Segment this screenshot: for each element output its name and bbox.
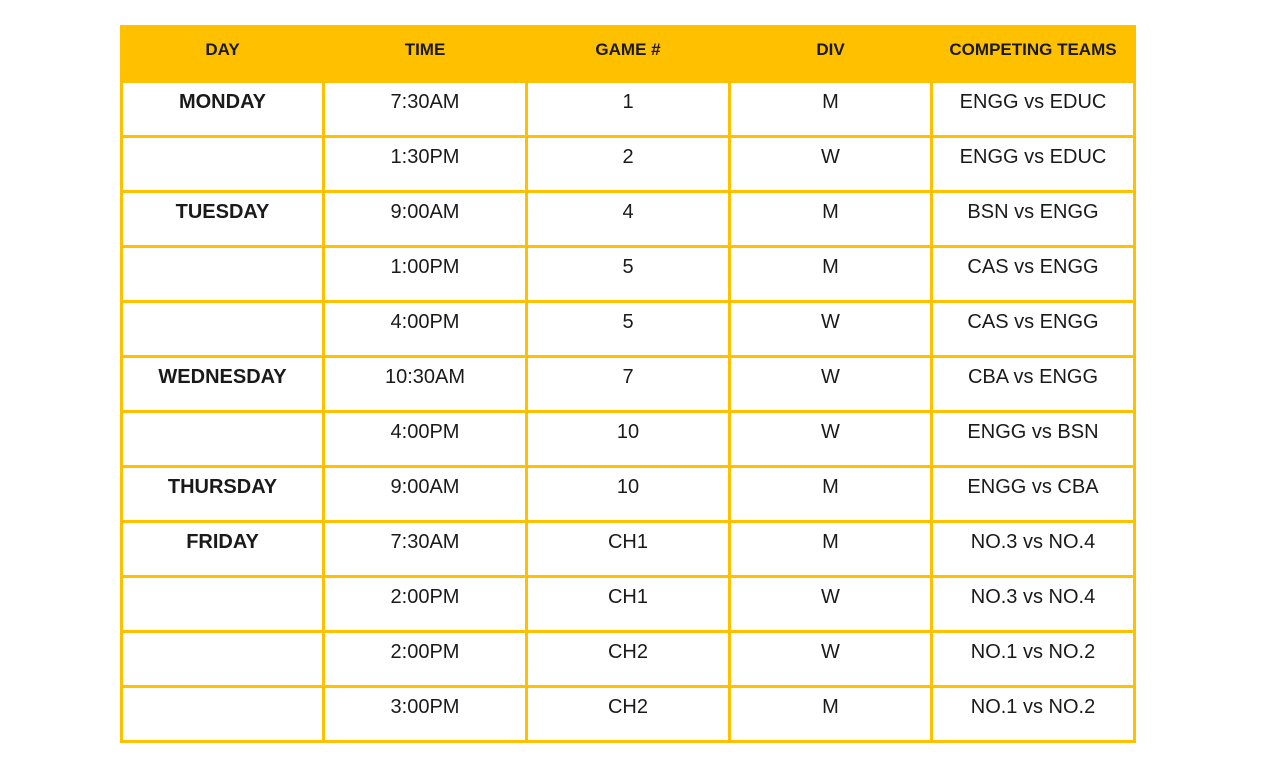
cell-game: 10 xyxy=(525,410,731,468)
cell-time: 9:00AM xyxy=(322,465,528,523)
cell-div: M xyxy=(728,685,933,743)
header-time: TIME xyxy=(322,25,528,83)
table-row: 4:00PM 5 W CAS vs ENGG xyxy=(120,300,1136,358)
cell-teams: NO.3 vs NO.4 xyxy=(930,575,1136,633)
cell-day: WEDNESDAY xyxy=(120,355,325,413)
table-row: FRIDAY 7:30AM CH1 M NO.3 vs NO.4 xyxy=(120,520,1136,578)
cell-time: 1:30PM xyxy=(322,135,528,193)
table-row: 1:30PM 2 W ENGG vs EDUC xyxy=(120,135,1136,193)
cell-game: CH1 xyxy=(525,520,731,578)
cell-teams: ENGG vs CBA xyxy=(930,465,1136,523)
cell-div: M xyxy=(728,190,933,248)
cell-div: W xyxy=(728,630,933,688)
cell-time: 9:00AM xyxy=(322,190,528,248)
cell-game: 5 xyxy=(525,300,731,358)
cell-game: 4 xyxy=(525,190,731,248)
cell-teams: ENGG vs BSN xyxy=(930,410,1136,468)
header-competing-teams: COMPETING TEAMS xyxy=(930,25,1136,83)
cell-div: W xyxy=(728,575,933,633)
cell-day: FRIDAY xyxy=(120,520,325,578)
cell-game: 10 xyxy=(525,465,731,523)
cell-time: 2:00PM xyxy=(322,630,528,688)
cell-div: M xyxy=(728,80,933,138)
cell-teams: CAS vs ENGG xyxy=(930,245,1136,303)
cell-game: 7 xyxy=(525,355,731,413)
cell-teams: NO.1 vs NO.2 xyxy=(930,685,1136,743)
header-div: DIV xyxy=(728,25,933,83)
table-row: MONDAY 7:30AM 1 M ENGG vs EDUC xyxy=(120,80,1136,138)
cell-div: M xyxy=(728,520,933,578)
schedule-header: DAY TIME GAME # DIV COMPETING TEAMS xyxy=(120,25,1136,83)
cell-game: CH2 xyxy=(525,685,731,743)
cell-time: 2:00PM xyxy=(322,575,528,633)
cell-time: 4:00PM xyxy=(322,300,528,358)
header-day: DAY xyxy=(120,25,325,83)
header-row: DAY TIME GAME # DIV COMPETING TEAMS xyxy=(120,25,1136,83)
cell-game: 1 xyxy=(525,80,731,138)
cell-day: TUESDAY xyxy=(120,190,325,248)
cell-game: 5 xyxy=(525,245,731,303)
cell-day xyxy=(120,410,325,468)
cell-div: W xyxy=(728,410,933,468)
cell-div: W xyxy=(728,300,933,358)
table-row: THURSDAY 9:00AM 10 M ENGG vs CBA xyxy=(120,465,1136,523)
table-row: 4:00PM 10 W ENGG vs BSN xyxy=(120,410,1136,468)
cell-time: 7:30AM xyxy=(322,520,528,578)
table-row: WEDNESDAY 10:30AM 7 W CBA vs ENGG xyxy=(120,355,1136,413)
table-row: 1:00PM 5 M CAS vs ENGG xyxy=(120,245,1136,303)
cell-day xyxy=(120,245,325,303)
cell-day xyxy=(120,685,325,743)
cell-div: M xyxy=(728,465,933,523)
cell-teams: NO.1 vs NO.2 xyxy=(930,630,1136,688)
cell-time: 7:30AM xyxy=(322,80,528,138)
cell-time: 3:00PM xyxy=(322,685,528,743)
cell-div: W xyxy=(728,135,933,193)
cell-teams: CBA vs ENGG xyxy=(930,355,1136,413)
cell-day xyxy=(120,575,325,633)
table-row: 3:00PM CH2 M NO.1 vs NO.2 xyxy=(120,685,1136,743)
cell-game: CH1 xyxy=(525,575,731,633)
header-game-number: GAME # xyxy=(525,25,731,83)
cell-game: 2 xyxy=(525,135,731,193)
cell-day xyxy=(120,630,325,688)
cell-time: 10:30AM xyxy=(322,355,528,413)
cell-day xyxy=(120,300,325,358)
cell-day: THURSDAY xyxy=(120,465,325,523)
cell-teams: CAS vs ENGG xyxy=(930,300,1136,358)
cell-div: W xyxy=(728,355,933,413)
cell-div: M xyxy=(728,245,933,303)
cell-day xyxy=(120,135,325,193)
cell-day: MONDAY xyxy=(120,80,325,138)
cell-time: 4:00PM xyxy=(322,410,528,468)
cell-game: CH2 xyxy=(525,630,731,688)
cell-teams: ENGG vs EDUC xyxy=(930,80,1136,138)
cell-teams: NO.3 vs NO.4 xyxy=(930,520,1136,578)
schedule-table: DAY TIME GAME # DIV COMPETING TEAMS MOND… xyxy=(120,25,1136,743)
cell-teams: BSN vs ENGG xyxy=(930,190,1136,248)
cell-teams: ENGG vs EDUC xyxy=(930,135,1136,193)
table-row: TUESDAY 9:00AM 4 M BSN vs ENGG xyxy=(120,190,1136,248)
schedule-body: MONDAY 7:30AM 1 M ENGG vs EDUC 1:30PM 2 … xyxy=(120,80,1136,743)
cell-time: 1:00PM xyxy=(322,245,528,303)
table-row: 2:00PM CH1 W NO.3 vs NO.4 xyxy=(120,575,1136,633)
table-row: 2:00PM CH2 W NO.1 vs NO.2 xyxy=(120,630,1136,688)
